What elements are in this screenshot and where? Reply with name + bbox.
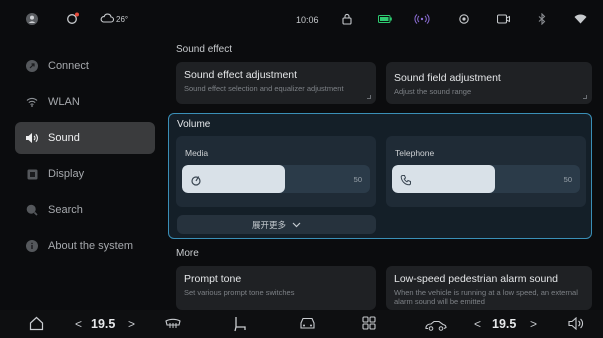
sidebar-item-label: Search — [48, 204, 83, 216]
sidebar-item-wlan[interactable]: WLAN — [15, 86, 155, 118]
sidebar-item-label: Connect — [48, 60, 89, 72]
connect-icon — [25, 59, 39, 73]
sidebar-item-search[interactable]: Search — [15, 194, 155, 226]
card-subtitle: When the vehicle is running at a low spe… — [394, 288, 578, 306]
pedestrian-alarm-card[interactable]: Low-speed pedestrian alarm sound When th… — [386, 266, 592, 310]
volume-title: Volume — [177, 119, 211, 130]
sound-effect-adjustment-card[interactable]: Sound effect adjustment Sound effect sel… — [176, 62, 376, 104]
card-subtitle: Set various prompt tone switches — [184, 288, 295, 297]
prompt-tone-card[interactable]: Prompt tone Set various prompt tone swit… — [176, 266, 376, 310]
search-icon — [25, 203, 39, 217]
section-title-more: More — [176, 248, 199, 259]
corner-arrow-icon — [367, 95, 371, 99]
music-note-icon — [190, 173, 202, 186]
telephone-label: Telephone — [395, 148, 435, 158]
signal-waves-icon — [414, 14, 430, 24]
media-label: Media — [185, 148, 209, 158]
wifi-icon — [25, 95, 39, 109]
sidebar-item-about[interactable]: About the system — [15, 230, 155, 262]
user-icon[interactable] — [26, 13, 38, 25]
phone-icon — [400, 173, 412, 186]
sidebar-item-label: WLAN — [48, 96, 80, 108]
expand-more-button[interactable]: 展开更多 — [177, 215, 376, 234]
sidebar-item-display[interactable]: Display — [15, 158, 155, 190]
volume-icon[interactable] — [568, 316, 584, 335]
ev-icon[interactable] — [66, 12, 79, 25]
right-temp-up-button[interactable]: > — [530, 317, 537, 331]
left-temp-down-button[interactable]: < — [75, 317, 82, 331]
location-icon — [458, 13, 470, 25]
battery-icon — [378, 15, 392, 23]
left-temp-up-button[interactable]: > — [128, 317, 135, 331]
corner-arrow-icon — [583, 95, 587, 99]
seat-icon[interactable] — [233, 316, 247, 337]
section-title-sound-effect: Sound effect — [176, 44, 232, 55]
sidebar-item-label: Display — [48, 168, 85, 180]
lock-icon — [342, 13, 352, 25]
vehicle-side-icon[interactable] — [425, 318, 447, 336]
chevron-down-icon — [292, 220, 301, 230]
card-subtitle: Adjust the sound range — [394, 87, 472, 96]
sound-field-adjustment-card[interactable]: Sound field adjustment Adjust the sound … — [386, 62, 592, 104]
wifi-icon — [574, 14, 587, 24]
sidebar: Connect WLAN Sound Display Search About … — [0, 45, 165, 310]
bottom-bar: < 19.5 > < 19.5 > — [0, 310, 603, 338]
card-title: Sound field adjustment — [394, 72, 501, 84]
telephone-volume-card: Telephone 50 — [386, 136, 586, 207]
telephone-volume-slider[interactable]: 50 — [392, 165, 580, 193]
media-volume-value: 50 — [353, 175, 362, 184]
media-volume-card: Media 50 — [176, 136, 376, 207]
car-icon[interactable] — [299, 317, 316, 335]
home-icon[interactable] — [29, 316, 44, 336]
sidebar-item-label: Sound — [48, 132, 80, 144]
display-icon — [25, 167, 39, 181]
sidebar-item-connect[interactable]: Connect — [15, 50, 155, 82]
right-temp-down-button[interactable]: < — [474, 317, 481, 331]
camera-icon — [497, 14, 510, 24]
card-title: Sound effect adjustment — [184, 69, 298, 81]
weather-temperature: 26° — [116, 15, 129, 24]
sidebar-item-label: About the system — [48, 240, 133, 252]
info-icon — [25, 239, 39, 253]
right-temperature: 19.5 — [492, 317, 517, 331]
status-bar: 26° 10:06 — [0, 0, 603, 40]
clock: 10:06 — [296, 15, 319, 25]
media-volume-slider[interactable]: 50 — [182, 165, 370, 193]
expand-label: 展开更多 — [251, 219, 286, 230]
defrost-icon[interactable] — [164, 316, 182, 336]
bluetooth-icon — [538, 13, 546, 25]
card-title: Prompt tone — [184, 273, 242, 285]
card-title: Low-speed pedestrian alarm sound — [394, 273, 559, 285]
card-subtitle: Sound effect selection and equalizer adj… — [184, 84, 344, 93]
sidebar-item-sound[interactable]: Sound — [15, 122, 155, 154]
cloud-icon — [100, 13, 114, 23]
telephone-volume-value: 50 — [563, 175, 572, 184]
left-temperature: 19.5 — [91, 317, 116, 331]
apps-grid-icon[interactable] — [362, 316, 376, 335]
speaker-icon — [25, 131, 39, 145]
volume-panel: Volume Media 50 Telephone 50 展开更多 — [168, 113, 592, 239]
